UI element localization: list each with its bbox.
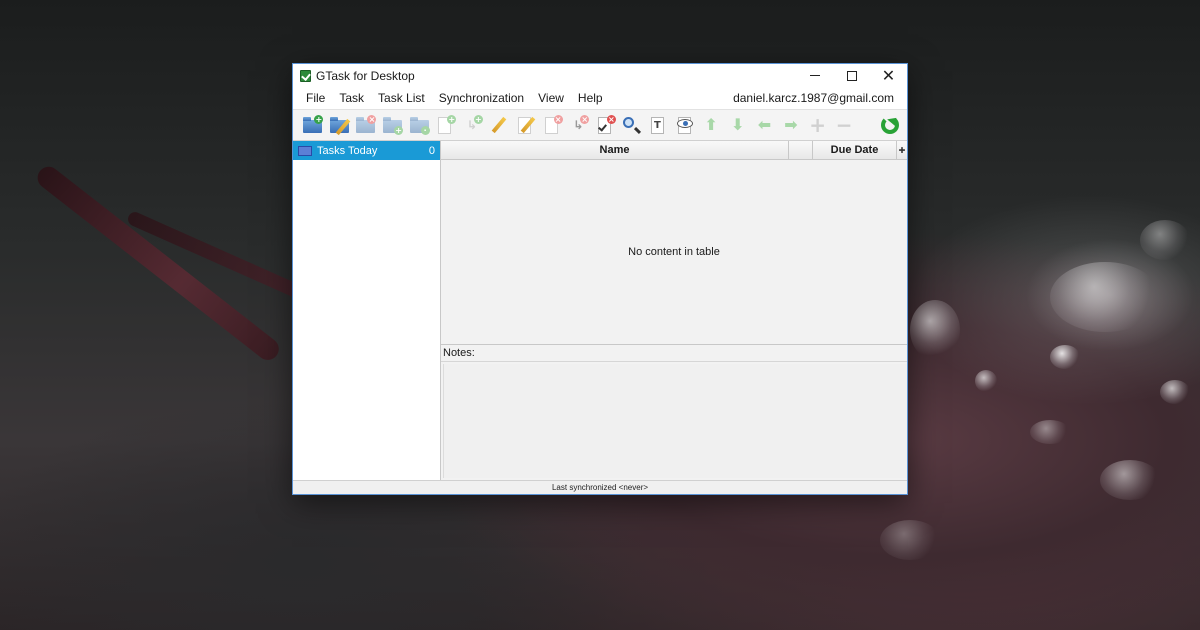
edit-task-list-button[interactable]: [326, 112, 353, 138]
column-header-name[interactable]: Name: [441, 141, 789, 159]
table-header: Name Due Date ✚: [441, 141, 907, 160]
background-drop: [1140, 220, 1190, 260]
toolbar: + × + · + ↳ + × ↳ × × T ⬆ ⬇ ⬅ ➡ + −: [293, 109, 907, 141]
task-table[interactable]: No content in table: [441, 160, 907, 345]
menu-view[interactable]: View: [531, 87, 571, 109]
expand-icon: +: [809, 113, 826, 137]
window-controls: ✕: [796, 64, 907, 87]
delete-task-button[interactable]: ×: [538, 112, 565, 138]
synchronize-button[interactable]: [876, 112, 903, 138]
filter-icon: T: [648, 115, 668, 135]
move-up-button[interactable]: ⬆: [698, 112, 725, 138]
background-drop: [1050, 262, 1160, 332]
column-header-blank[interactable]: [789, 141, 813, 159]
content-area: Tasks Today 0 Name Due Date ✚ No content…: [293, 141, 907, 480]
background-drop: [975, 370, 997, 392]
view-completed-button[interactable]: [671, 112, 698, 138]
clear-completed-button[interactable]: ×: [592, 112, 619, 138]
delete-subtask-button[interactable]: ↳ ×: [565, 112, 592, 138]
app-logo-icon: [300, 69, 311, 82]
menu-synchronization[interactable]: Synchronization: [432, 87, 531, 109]
task-list-properties-icon: ·: [409, 115, 430, 135]
notes-label: Notes:: [441, 345, 907, 362]
notes-textarea[interactable]: [443, 364, 907, 478]
new-task-button[interactable]: +: [432, 112, 459, 138]
edit-task-icon: [488, 115, 508, 135]
background-drop: [880, 520, 940, 560]
task-count: 0: [428, 144, 435, 157]
move-down-button[interactable]: ⬇: [725, 112, 752, 138]
background-drop: [1030, 420, 1070, 444]
close-button[interactable]: ✕: [870, 64, 907, 87]
maximize-button[interactable]: [833, 64, 870, 87]
task-list-item[interactable]: Tasks Today 0: [293, 141, 440, 160]
move-task-list-icon: +: [382, 115, 404, 135]
task-panel: Name Due Date ✚ No content in table Note…: [441, 141, 907, 480]
sync-status-text: Last synchronized <never>: [551, 483, 649, 492]
filter-button[interactable]: T: [645, 112, 672, 138]
column-menu-button[interactable]: ✚: [897, 141, 907, 159]
menu-bar: File Task Task List Synchronization View…: [293, 87, 907, 109]
background-drop: [1160, 380, 1190, 404]
indent-button[interactable]: ➡: [778, 112, 805, 138]
title-bar[interactable]: GTask for Desktop ✕: [293, 64, 907, 87]
edit-notes-button[interactable]: [512, 112, 539, 138]
move-down-icon: ⬇: [731, 115, 745, 134]
expand-button[interactable]: +: [804, 112, 831, 138]
menu-file[interactable]: File: [299, 87, 332, 109]
delete-subtask-icon: ↳ ×: [573, 115, 590, 132]
move-task-list-button[interactable]: +: [379, 112, 406, 138]
column-header-due-date[interactable]: Due Date: [813, 141, 897, 159]
background-drop: [1050, 345, 1080, 369]
edit-task-button[interactable]: [485, 112, 512, 138]
new-task-list-icon: +: [302, 115, 324, 135]
menu-task[interactable]: Task: [332, 87, 371, 109]
menu-help[interactable]: Help: [571, 87, 610, 109]
indent-icon: ➡: [784, 115, 798, 134]
search-button[interactable]: [618, 112, 645, 138]
close-icon: ✕: [881, 65, 896, 85]
status-bar: Last synchronized <never>: [293, 480, 907, 494]
maximize-icon: [846, 70, 857, 81]
menu-task-list[interactable]: Task List: [371, 87, 432, 109]
app-window: GTask for Desktop ✕ File Task Task List …: [292, 63, 908, 495]
collapse-icon: −: [835, 113, 853, 137]
new-task-list-button[interactable]: +: [299, 112, 326, 138]
column-menu-icon: ✚: [898, 145, 906, 155]
account-email: daniel.karcz.1987@gmail.com: [733, 91, 894, 105]
search-icon: [621, 115, 641, 135]
delete-task-list-button[interactable]: ×: [352, 112, 379, 138]
empty-table-message: No content in table: [628, 246, 720, 258]
task-list-properties-button[interactable]: ·: [405, 112, 432, 138]
outdent-button[interactable]: ⬅: [751, 112, 778, 138]
synchronize-icon: [880, 115, 900, 135]
window-title: GTask for Desktop: [316, 68, 415, 83]
edit-task-list-icon: [329, 115, 351, 136]
task-lists-sidebar: Tasks Today 0: [293, 141, 441, 480]
view-completed-icon: [675, 115, 695, 135]
clear-completed-icon: ×: [595, 115, 616, 135]
new-subtask-button[interactable]: ↳ +: [459, 112, 486, 138]
background-drop: [1100, 460, 1160, 500]
outdent-icon: ⬅: [757, 115, 772, 134]
minimize-icon: [809, 75, 820, 76]
task-list-label: Tasks Today: [317, 144, 378, 157]
move-up-icon: ⬆: [704, 115, 718, 134]
collapse-button[interactable]: −: [831, 112, 858, 138]
new-task-icon: +: [435, 115, 457, 135]
minimize-button[interactable]: [796, 64, 833, 87]
new-subtask-icon: ↳ +: [466, 115, 483, 132]
delete-task-icon: ×: [542, 115, 563, 135]
background-drop: [910, 300, 960, 360]
delete-task-list-icon: ×: [355, 115, 377, 135]
folder-icon: [298, 145, 312, 156]
edit-notes-icon: [515, 115, 536, 135]
